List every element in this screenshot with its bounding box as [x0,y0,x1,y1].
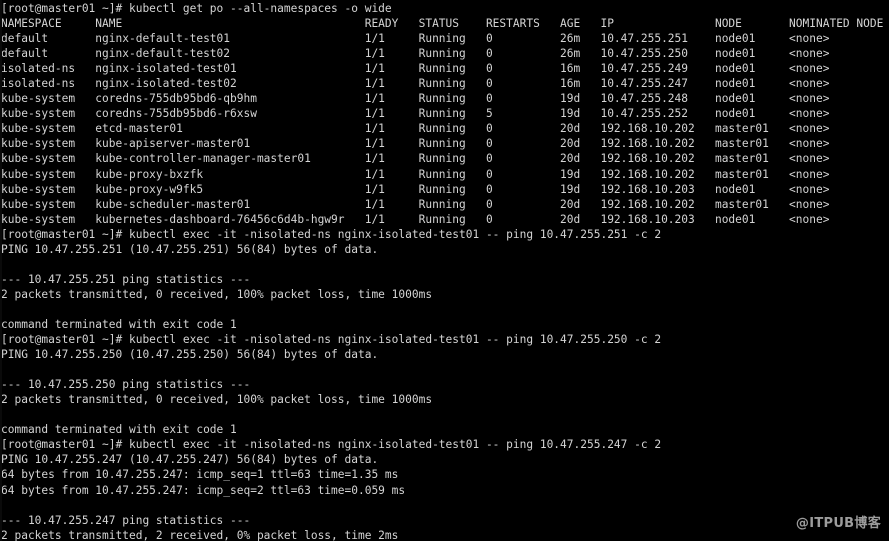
terminal-line: 2 packets transmitted, 0 received, 100% … [1,287,433,301]
terminal-line: PING 10.47.255.247 (10.47.255.247) 56(84… [1,453,379,467]
terminal-line: command terminated with exit code 1 [1,317,237,331]
terminal-left-edge [0,0,2,541]
terminal-line: kube-system kube-proxy-bxzfk 1/1 Running… [1,167,830,181]
terminal-line: PING 10.47.255.250 (10.47.255.250) 56(84… [1,348,379,362]
terminal-line: 64 bytes from 10.47.255.247: icmp_seq=2 … [1,483,406,497]
terminal-line: kube-system kube-controller-manager-mast… [1,152,830,166]
terminal-line: kube-system coredns-755db95bd6-r6xsw 1/1… [1,107,830,121]
terminal-line: default nginx-default-test01 1/1 Running… [1,32,830,46]
terminal-line: kube-system kubernetes-dashboard-76456c6… [1,212,830,226]
terminal-line: --- 10.47.255.250 ping statistics --- [1,378,251,392]
terminal-line: kube-system etcd-master01 1/1 Running 0 … [1,122,830,136]
terminal-line: command terminated with exit code 1 [1,423,237,437]
terminal-line: kube-system kube-proxy-w9fk5 1/1 Running… [1,182,830,196]
terminal-line: 64 bytes from 10.47.255.247: icmp_seq=1 … [1,468,399,482]
terminal-line: 2 packets transmitted, 0 received, 100% … [1,393,433,407]
terminal-line: [root@master01 ~]# kubectl get po --all-… [1,2,392,15]
terminal-line: 2 packets transmitted, 2 received, 0% pa… [1,528,399,541]
terminal-line: [root@master01 ~]# kubectl exec -it -nis… [1,227,662,241]
terminal-line: isolated-ns nginx-isolated-test02 1/1 Ru… [1,77,830,91]
terminal-line: kube-system coredns-755db95bd6-qb9hm 1/1… [1,92,830,106]
terminal-line: [root@master01 ~]# kubectl exec -it -nis… [1,438,662,452]
terminal-line: --- 10.47.255.247 ping statistics --- [1,513,251,527]
terminal-output: [root@master01 ~]# kubectl get po --all-… [1,1,889,541]
terminal-window[interactable]: [root@master01 ~]# kubectl get po --all-… [0,0,889,541]
terminal-line: kube-system kube-apiserver-master01 1/1 … [1,137,830,151]
terminal-line: kube-system kube-scheduler-master01 1/1 … [1,197,830,211]
terminal-line: --- 10.47.255.251 ping statistics --- [1,272,251,286]
terminal-line: NAMESPACE NAME READY STATUS RESTARTS AGE… [1,17,884,31]
terminal-line: [root@master01 ~]# kubectl exec -it -nis… [1,333,662,347]
terminal-line: default nginx-default-test02 1/1 Running… [1,47,830,61]
terminal-line: isolated-ns nginx-isolated-test01 1/1 Ru… [1,62,830,76]
terminal-line: PING 10.47.255.251 (10.47.255.251) 56(84… [1,242,379,256]
